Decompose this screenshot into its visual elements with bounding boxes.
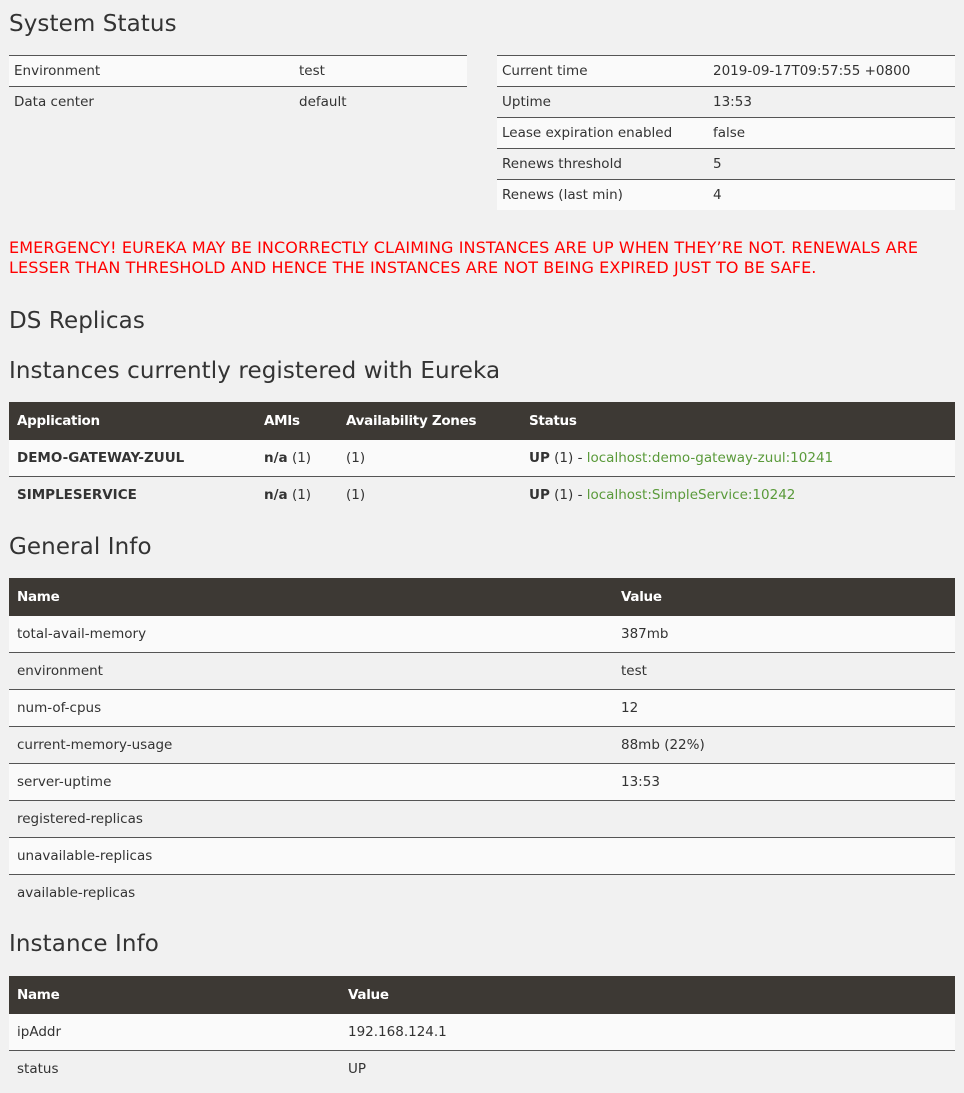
status-count: (1) - [554,450,583,466]
table-row: total-avail-memory 387mb [9,616,955,653]
status-value: 2019-09-17T09:57:55 +0800 [708,55,955,87]
status-value: 4 [708,179,955,210]
table-row: num-of-cpus 12 [9,689,955,727]
system-status-right-table: Current time 2019-09-17T09:57:55 +0800 U… [497,55,955,210]
col-amis: AMIs [256,402,338,440]
instances-title: Instances currently registered with Eure… [9,358,501,384]
info-value [613,800,955,838]
info-value: 13:53 [613,763,955,801]
info-value: UP [340,1050,955,1087]
status-up: UP [529,487,550,503]
status-key: Environment [9,55,294,87]
col-value: Value [613,578,955,616]
instances-table: Application AMIs Availability Zones Stat… [9,402,955,513]
system-status-title: System Status [9,11,177,37]
info-value: test [613,652,955,690]
status-key: Lease expiration enabled [497,117,708,149]
status-value: 5 [708,148,955,180]
table-row: SIMPLESERVICE n/a (1) (1) UP (1) - local… [9,476,955,513]
application-name: DEMO-GATEWAY-ZUUL [17,450,185,466]
info-name: server-uptime [9,763,613,801]
col-name: Name [9,976,340,1014]
instance-link[interactable]: localhost:SimpleService:10242 [587,487,796,503]
status-row-environment: Environment test [9,55,467,87]
info-value: 192.168.124.1 [340,1014,955,1051]
info-value [613,874,955,911]
info-value: 88mb (22%) [613,726,955,764]
ami-value: n/a [264,487,288,503]
info-name: total-avail-memory [9,616,613,653]
status-key: Renews (last min) [497,179,708,210]
info-name: available-replicas [9,874,613,911]
ds-replicas-title: DS Replicas [9,308,145,334]
status-key: Data center [9,86,294,117]
table-row: current-memory-usage 88mb (22%) [9,726,955,764]
status-row-current-time: Current time 2019-09-17T09:57:55 +0800 [497,55,955,87]
system-status-left-table: Environment test Data center default [9,55,467,117]
status-up: UP [529,450,550,466]
info-name: ipAddr [9,1014,340,1051]
info-value: 387mb [613,616,955,653]
table-row: environment test [9,652,955,690]
ami-count: (1) [291,487,312,503]
status-key: Uptime [497,86,708,118]
table-row: registered-replicas [9,800,955,838]
general-header-row: Name Value [9,578,955,616]
table-row: status UP [9,1050,955,1087]
emergency-warning: EMERGENCY! EUREKA MAY BE INCORRECTLY CLA… [9,238,919,277]
general-info-table: Name Value total-avail-memory 387mb envir… [9,578,955,911]
col-value: Value [340,976,955,1014]
table-row: unavailable-replicas [9,837,955,875]
status-key: Current time [497,55,708,87]
col-name: Name [9,578,613,616]
ami-value: n/a [264,450,288,466]
instance-info-title: Instance Info [9,931,159,957]
ami-count: (1) [291,450,312,466]
status-value: false [708,117,955,149]
col-availability-zones: Availability Zones [338,402,521,440]
table-row: available-replicas [9,874,955,911]
table-row: DEMO-GATEWAY-ZUUL n/a (1) (1) UP (1) - l… [9,440,955,477]
table-row: ipAddr 192.168.124.1 [9,1014,955,1051]
instance-info-table: Name Value ipAddr 192.168.124.1 status UP [9,976,955,1087]
general-info-title: General Info [9,534,152,560]
zones-count: (1) [338,476,521,513]
status-value: default [294,86,467,117]
instance-info-header-row: Name Value [9,976,955,1014]
info-name: environment [9,652,613,690]
application-name: SIMPLESERVICE [17,487,137,503]
status-value: test [294,55,467,87]
instance-link[interactable]: localhost:demo-gateway-zuul:10241 [587,450,833,466]
info-name: registered-replicas [9,800,613,838]
info-value: 12 [613,689,955,727]
status-value: 13:53 [708,86,955,118]
info-value [613,837,955,875]
col-status: Status [521,402,955,440]
status-row-data-center: Data center default [9,86,467,117]
instances-header-row: Application AMIs Availability Zones Stat… [9,402,955,440]
table-row: server-uptime 13:53 [9,763,955,801]
col-application: Application [9,402,256,440]
zones-count: (1) [338,440,521,477]
status-count: (1) - [554,487,583,503]
info-name: unavailable-replicas [9,837,613,875]
status-row-uptime: Uptime 13:53 [497,86,955,118]
info-name: current-memory-usage [9,726,613,764]
info-name: status [9,1050,340,1087]
status-row-renews-last-min: Renews (last min) 4 [497,179,955,210]
info-name: num-of-cpus [9,689,613,727]
status-key: Renews threshold [497,148,708,180]
status-row-renews-threshold: Renews threshold 5 [497,148,955,180]
status-row-lease-expiration: Lease expiration enabled false [497,117,955,149]
